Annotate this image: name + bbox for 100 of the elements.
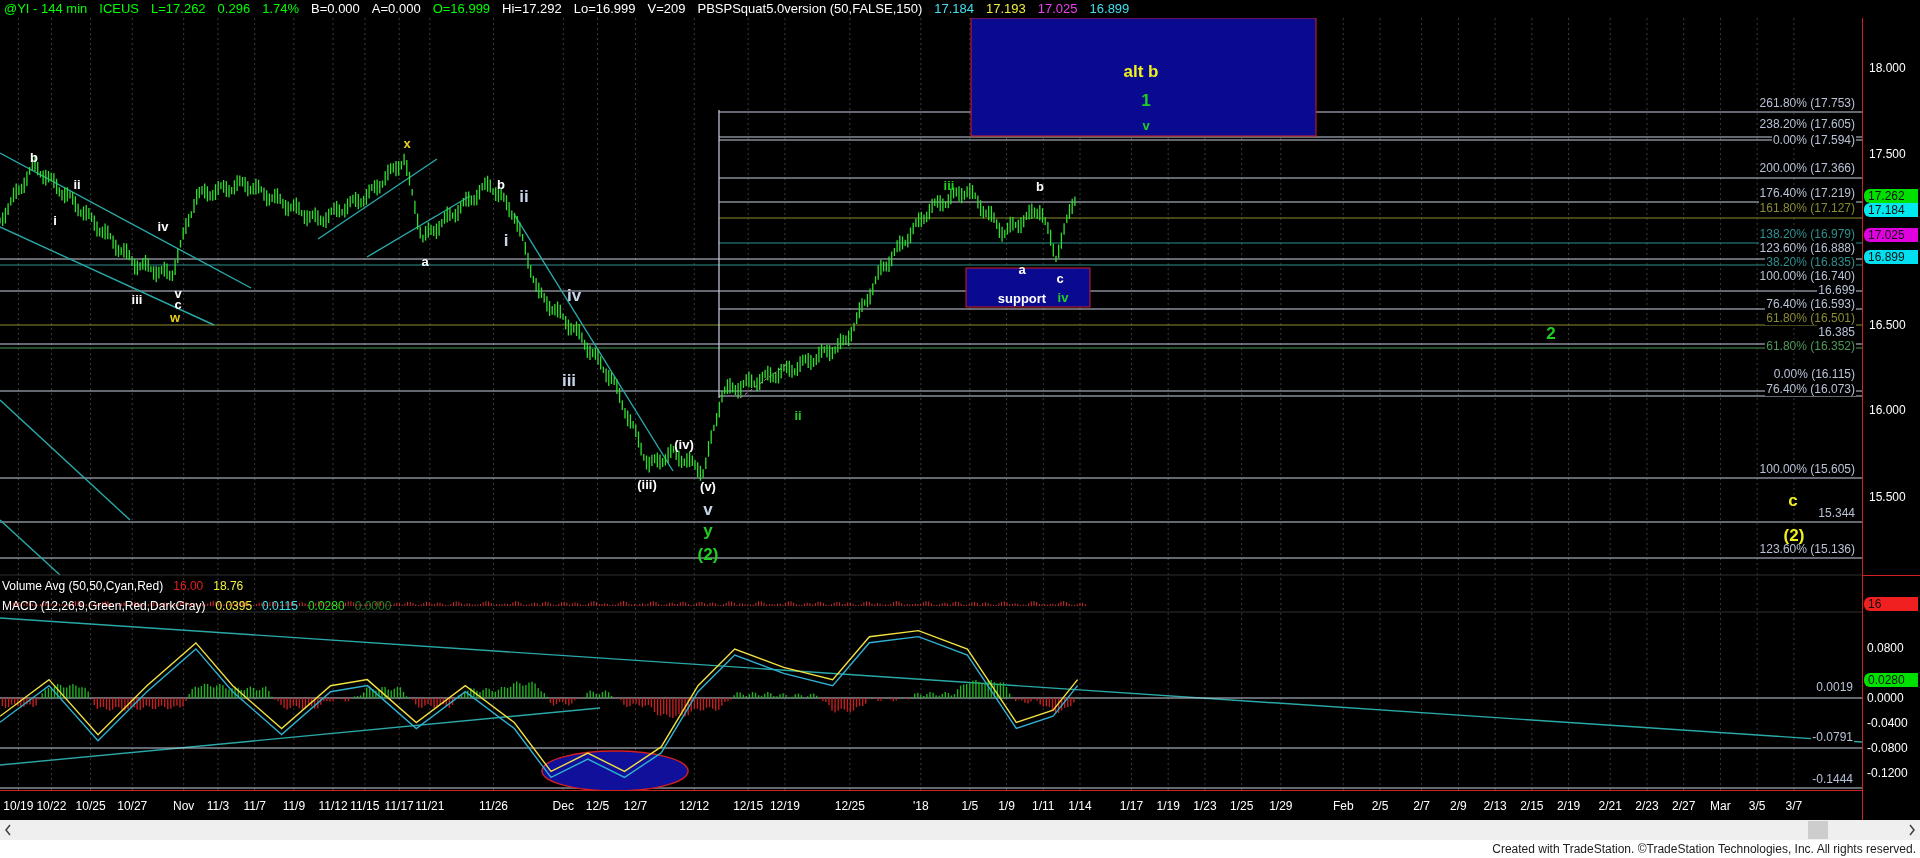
dashed-channel-line [739,361,791,399]
fibonacci-level-label: 238.20% (17.605) [1758,117,1856,131]
indicator-legend-text: 0.0000 [354,599,392,613]
date-axis-label: 2/7 [1413,799,1430,813]
wave-label: 2 [1546,324,1556,342]
indicator-legend-text: 18.76 [213,579,244,593]
indicator-legend-text: 16.00 [173,579,204,593]
date-axis-label: 1/25 [1229,799,1254,813]
date-axis-label: 12/12 [679,799,710,813]
wave-label: i [53,213,57,227]
wave-label: v [1142,118,1150,132]
date-axis-label: 1/17 [1119,799,1144,813]
header-field: @YI - 144 min [4,0,88,18]
wave-label: v [703,500,713,518]
header-field: 17.184 [934,0,975,18]
wave-label: alt b [1123,62,1159,80]
date-axis-label: 2/23 [1635,799,1659,813]
date-axis-label: 10/19 [3,799,34,813]
fibonacci-level-label: 100.00% (15.605) [1758,462,1856,476]
header-field: A=0.000 [371,0,421,18]
indicator-legend-text: 0.0395 [215,599,253,613]
date-axis-label: Feb [1332,799,1354,813]
date-axis-label: 12/15 [733,799,764,813]
wave-label: w [169,310,181,324]
price-tag: 16 [1864,597,1918,611]
header-field: V=209 [647,0,686,18]
wave-label: iii [561,371,577,389]
macd-axis-label: 0.0800 [1867,641,1904,655]
wave-label: a [1018,262,1026,276]
fibonacci-level-label: 61.80% (16.501) [1765,311,1856,325]
fibonacci-level-label: 16.699 [1817,283,1856,297]
wave-label: b [497,177,505,191]
date-axis-label: 1/23 [1193,799,1217,813]
fibonacci-level-label: 176.40% (17.219) [1758,186,1856,200]
date-axis-label: 12/25 [834,799,865,813]
fibonacci-level-label: 200.00% (17.366) [1758,161,1856,175]
price-axis-label: 16.000 [1869,403,1906,417]
macd-axis-label: -0.0800 [1867,741,1908,755]
header-field: 17.193 [986,0,1026,18]
scrollbar-thumb[interactable] [1808,821,1828,839]
header-field: Hi=17.292 [502,0,562,18]
date-axis-label: 1/9 [998,799,1015,813]
date-axis-label: 1/19 [1156,799,1180,813]
header-field: B=0.000 [311,0,360,18]
wave-label: iv [1057,290,1069,304]
date-axis-label: 1/14 [1068,799,1092,813]
date-axis-label: Mar [1710,799,1731,813]
horizontal-scrollbar[interactable] [0,820,1920,840]
date-axis-label: 11/9 [282,799,306,813]
right-chevron-icon[interactable] [1908,824,1916,836]
macd-level-label: 0.0019 [1815,680,1854,694]
macd-level-label: -0.1444 [1811,772,1854,786]
date-axis-label: 1/5 [961,799,979,813]
header-field: Lo=16.999 [573,0,636,18]
fibonacci-level-label: 138.20% (16.979) [1758,227,1856,241]
left-chevron-icon[interactable] [4,824,12,836]
indicator-legend-text: 0.0115 [262,599,298,613]
wave-label: (2) [1783,526,1805,544]
header-field: L=17.262 [151,0,206,18]
header-field: 16.899 [1089,0,1130,18]
wave-label: ii [73,177,81,191]
fibonacci-level-label: 123.60% (16.888) [1758,241,1856,255]
header-field: ICEUS [99,0,139,18]
wave-label: (v) [700,479,716,493]
fibonacci-level-label: 100.00% (16.740) [1758,269,1856,283]
date-axis-label: 11/21 [415,799,445,813]
wave-label: b [1036,179,1044,193]
fibonacci-level-label: 15.344 [1817,506,1856,520]
fibonacci-level-label: 0.00% (16.115) [1772,367,1856,381]
date-axis-label: 11/17 [384,799,414,813]
wave-label: (iii) [637,477,657,491]
date-axis-label: 2/21 [1598,799,1622,813]
wave-label: ii [794,408,802,422]
date-axis-label: Dec [552,799,574,813]
wave-label: (iv) [674,437,694,451]
wave-label: iii [943,178,955,192]
macd-axis-label: -0.1200 [1867,766,1908,780]
header-field: O=16.999 [432,0,491,18]
header-field: 1.74% [262,0,300,18]
wave-label: v [174,286,182,300]
price-axis-label: 16.500 [1869,318,1906,332]
price-axis-label: 17.500 [1869,147,1906,161]
date-axis-label: 10/22 [36,799,67,813]
fibonacci-level-label: 61.80% (16.352) [1765,339,1856,353]
price-tag: 0.0280 [1864,673,1918,687]
price-tag: 16.899 [1864,250,1918,264]
date-axis-label: 3/5 [1748,799,1766,813]
date-axis-label: 11/3 [206,799,230,813]
macd-axis-label: 0.0000 [1867,691,1904,705]
date-axis-label: 2/15 [1520,799,1544,813]
date-axis-label: '18 [913,799,929,813]
price-tag: 17.184 [1864,203,1918,217]
indicator-legend-text: 0.0280 [307,599,345,613]
fibonacci-level-label: 123.60% (15.136) [1758,542,1856,556]
macd-axis-label: -0.0400 [1867,716,1908,730]
date-axis-label: Nov [173,799,195,813]
wave-label: i [503,231,509,249]
header-field: 0.296 [217,0,251,18]
date-axis-label: 2/9 [1450,799,1467,813]
wave-label: c [1788,491,1798,509]
